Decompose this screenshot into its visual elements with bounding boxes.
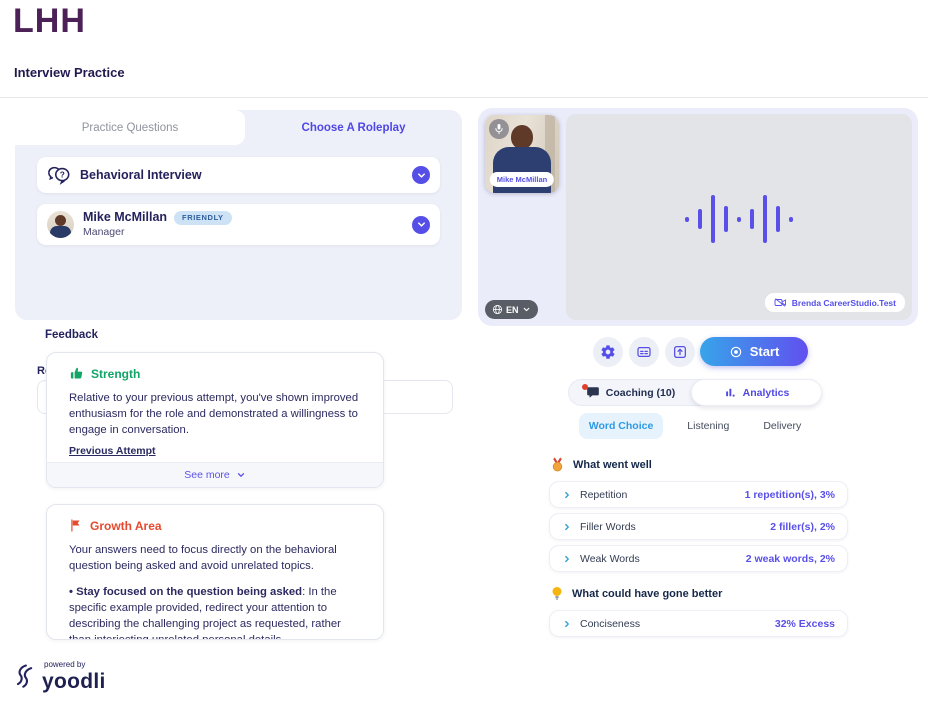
subtab-delivery[interactable]: Delivery <box>753 413 811 439</box>
growth-bullet-lead: • Stay focused on the question being ask… <box>69 586 302 598</box>
chevron-down-icon <box>416 219 427 230</box>
previous-attempt-link[interactable]: Previous Attempt <box>69 445 156 457</box>
user-label: Brenda CareerStudio.Test <box>792 298 896 308</box>
metric-value: 2 filler(s), 2% <box>770 521 835 533</box>
captions-button[interactable] <box>629 337 659 367</box>
tab-coaching[interactable]: Coaching (10) <box>569 380 692 405</box>
setup-panel: Practice Questions Choose A Roleplay ? B… <box>15 110 462 320</box>
growth-area-title: Growth Area <box>90 519 162 533</box>
coaching-label: Coaching (10) <box>606 387 675 399</box>
share-button[interactable] <box>665 337 695 367</box>
notification-dot <box>582 384 588 390</box>
share-icon <box>672 344 688 360</box>
coaching-chat-icon <box>586 386 600 399</box>
chevron-right-icon <box>562 490 572 500</box>
growth-area-card: Growth Area Your answers need to focus d… <box>46 504 384 640</box>
powered-by-label: powered by <box>44 661 106 669</box>
mic-icon <box>489 119 509 139</box>
chevron-down-icon <box>416 170 427 181</box>
interview-type-expand-button[interactable] <box>412 166 430 184</box>
persona-expand-button[interactable] <box>412 216 430 234</box>
growth-area-body: Your answers need to focus directly on t… <box>47 533 383 574</box>
strength-body: Relative to your previous attempt, you'v… <box>47 381 383 438</box>
flag-icon <box>69 518 83 533</box>
participant-name-pill: Mike McMillan <box>490 172 554 187</box>
yoodli-mark-icon <box>14 662 36 692</box>
metric-label: Filler Words <box>580 521 636 533</box>
participant-video-thumbnail[interactable]: Mike McMillan <box>485 115 559 193</box>
chevron-right-icon <box>562 619 572 629</box>
yoodli-logo: powered by yoodli <box>14 661 106 692</box>
gear-icon <box>600 344 616 360</box>
globe-icon <box>492 304 503 315</box>
analysis-tab-group: Coaching (10) Analytics <box>568 379 822 406</box>
analytics-label: Analytics <box>743 387 790 399</box>
interview-type-label: Behavioral Interview <box>80 168 202 182</box>
chevron-right-icon <box>562 554 572 564</box>
settings-button[interactable] <box>593 337 623 367</box>
subtab-word-choice[interactable]: Word Choice <box>579 413 664 439</box>
svg-text:?: ? <box>60 170 65 180</box>
start-label: Start <box>750 344 780 359</box>
tab-choose-a-roleplay[interactable]: Choose A Roleplay <box>245 110 462 145</box>
start-button[interactable]: Start <box>700 337 808 366</box>
persona-friendly-badge: FRIENDLY <box>174 211 232 225</box>
metric-value: 32% Excess <box>775 618 835 630</box>
chevron-down-icon <box>522 305 531 314</box>
gone-better-label: What could have gone better <box>572 588 722 600</box>
went-well-label: What went well <box>573 459 652 471</box>
see-more-label: See more <box>184 469 230 481</box>
see-more-button[interactable]: See more <box>47 462 383 487</box>
persona-name: Mike McMillan <box>83 210 167 226</box>
stage-panel: Mike McMillan EN Brenda CareerStudio.Tes… <box>478 108 918 326</box>
metric-value: 1 repetition(s), 3% <box>745 489 835 501</box>
language-selector[interactable]: EN <box>485 300 538 319</box>
metric-label: Conciseness <box>580 618 640 630</box>
analytics-bars-icon <box>724 386 737 399</box>
yoodli-wordmark: yoodli <box>42 671 106 692</box>
metric-row-filler-words[interactable]: Filler Words 2 filler(s), 2% <box>549 513 848 540</box>
subtab-listening[interactable]: Listening <box>677 413 739 439</box>
interview-type-select[interactable]: ? Behavioral Interview <box>37 157 440 193</box>
record-icon <box>729 345 743 359</box>
lightbulb-icon <box>551 586 563 601</box>
tab-practice-questions[interactable]: Practice Questions <box>15 110 245 145</box>
metric-value: 2 weak words, 2% <box>746 553 835 565</box>
metric-label: Repetition <box>580 489 627 501</box>
metric-label: Weak Words <box>580 553 640 565</box>
header-divider <box>0 97 928 98</box>
strength-title: Strength <box>91 367 140 381</box>
persona-role: Manager <box>83 226 232 239</box>
persona-avatar <box>47 211 74 238</box>
growth-area-bullet: • Stay focused on the question being ask… <box>47 574 383 640</box>
thumbs-up-icon <box>69 366 84 381</box>
analytics-subtabs: Word Choice Listening Delivery <box>568 413 822 439</box>
lhh-logo: LHH <box>13 2 86 41</box>
metric-row-weak-words[interactable]: Weak Words 2 weak words, 2% <box>549 545 848 572</box>
page-title: Interview Practice <box>14 65 125 80</box>
metric-row-conciseness[interactable]: Conciseness 32% Excess <box>549 610 848 637</box>
metric-row-repetition[interactable]: Repetition 1 repetition(s), 3% <box>549 481 848 508</box>
stage-video-area: Brenda CareerStudio.Test <box>566 114 912 320</box>
captions-icon <box>636 344 652 360</box>
audio-waveform <box>685 195 793 243</box>
feedback-heading: Feedback <box>45 329 98 341</box>
medal-icon <box>551 457 564 472</box>
interview-practice-app: LHH Interview Practice Practice Question… <box>0 0 928 706</box>
persona-select[interactable]: Mike McMillan FRIENDLY Manager <box>37 204 440 245</box>
tab-analytics[interactable]: Analytics <box>691 379 822 406</box>
chevron-right-icon <box>562 522 572 532</box>
camera-off-icon <box>774 297 787 308</box>
chevron-down-icon <box>236 470 246 480</box>
language-label: EN <box>506 305 519 315</box>
strength-card: Strength Relative to your previous attem… <box>46 352 384 488</box>
user-label-pill: Brenda CareerStudio.Test <box>765 293 905 312</box>
went-well-heading: What went well <box>551 457 652 472</box>
chat-question-icon: ? <box>47 165 71 185</box>
gone-better-heading: What could have gone better <box>551 586 722 601</box>
